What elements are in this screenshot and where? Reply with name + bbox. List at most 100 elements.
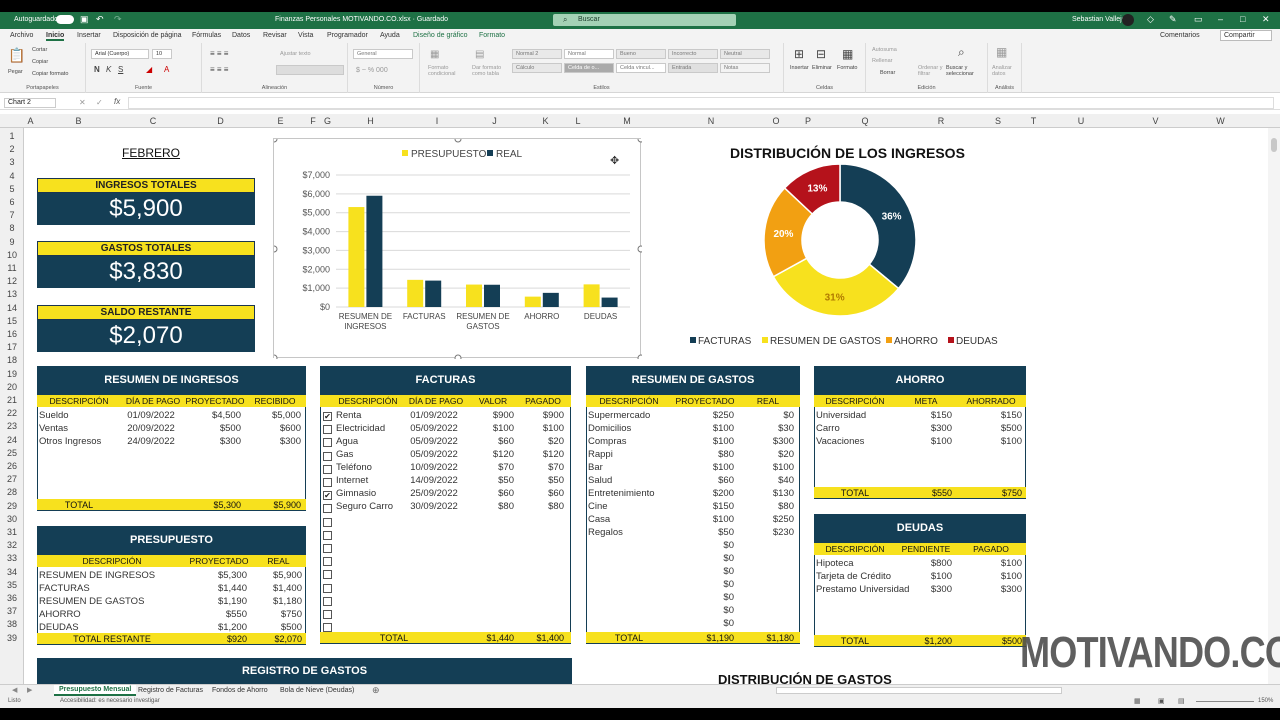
column-header-v[interactable]: V bbox=[1121, 116, 1190, 126]
bill-paid-checkbox[interactable] bbox=[323, 557, 332, 567]
bill-paid-checkbox[interactable] bbox=[323, 544, 332, 553]
bill-paid-checkbox[interactable] bbox=[323, 425, 332, 435]
deudas-cell[interactable]: Prestamo Universidad bbox=[816, 584, 909, 595]
add-sheet-icon[interactable]: ⊕ bbox=[372, 685, 380, 696]
tab-archivo[interactable]: Archivo bbox=[10, 32, 33, 39]
row-header-38[interactable]: 38 bbox=[0, 619, 24, 629]
restore-icon[interactable]: ▭ bbox=[1194, 14, 1203, 25]
gastos-cell[interactable]: $80 bbox=[738, 501, 794, 512]
ingresos-cell[interactable]: $5,000 bbox=[245, 410, 301, 421]
redo-icon[interactable]: ↷ bbox=[114, 14, 122, 25]
facturas-cell[interactable]: Teléfono bbox=[336, 462, 404, 473]
column-header-d[interactable]: D bbox=[186, 116, 255, 126]
formula-input[interactable] bbox=[128, 97, 1274, 109]
tab-ayuda[interactable]: Ayuda bbox=[380, 32, 400, 39]
deudas-cell[interactable]: Hipoteca bbox=[816, 558, 898, 569]
column-header-l[interactable]: L bbox=[570, 116, 586, 126]
number-format-select[interactable]: General bbox=[353, 49, 413, 59]
deudas-cell[interactable]: $300 bbox=[956, 584, 1022, 595]
column-header-a[interactable]: A bbox=[24, 116, 37, 126]
column-header-q[interactable]: Q bbox=[818, 116, 912, 126]
column-header-b[interactable]: B bbox=[37, 116, 120, 126]
facturas-cell[interactable]: Gas bbox=[336, 449, 404, 460]
paste-icon[interactable]: 📋 bbox=[8, 47, 25, 64]
deudas-cell[interactable]: Tarjeta de Crédito bbox=[816, 571, 898, 582]
autosum-button[interactable]: Autosuma bbox=[872, 47, 897, 53]
presupuesto-cell[interactable]: $750 bbox=[251, 609, 302, 620]
facturas-cell[interactable]: Electricidad bbox=[336, 423, 404, 434]
share-button[interactable]: Compartir bbox=[1220, 30, 1272, 41]
tab-formato[interactable]: Formato bbox=[479, 32, 505, 39]
facturas-cell[interactable]: Agua bbox=[336, 436, 404, 447]
gastos-cell[interactable]: $60 bbox=[672, 475, 734, 486]
row-header-24[interactable]: 24 bbox=[0, 435, 24, 445]
highlight-icon[interactable]: ◢ bbox=[146, 65, 152, 74]
row-header-17[interactable]: 17 bbox=[0, 342, 24, 352]
row-header-1[interactable]: 1 bbox=[0, 131, 24, 141]
row-header-21[interactable]: 21 bbox=[0, 395, 24, 405]
donut-chart[interactable]: 36% 31% 20% 13% FACTURAS RESUMEN DE GASTOS AHO… bbox=[680, 160, 1040, 355]
ahorro-cell[interactable]: $100 bbox=[956, 436, 1022, 447]
fx-label[interactable]: fx bbox=[114, 97, 120, 106]
presupuesto-cell[interactable]: FACTURAS bbox=[39, 583, 189, 594]
style-normal[interactable]: Normal bbox=[564, 49, 614, 59]
facturas-cell[interactable]: $60 bbox=[468, 488, 514, 499]
zoom-level[interactable]: 150% bbox=[1258, 698, 1273, 704]
bill-paid-checkbox[interactable] bbox=[323, 623, 332, 633]
column-header-f[interactable]: F bbox=[306, 116, 320, 126]
document-title[interactable]: Finanzas Personales MOTIVANDO.CO.xlsx · … bbox=[275, 16, 448, 23]
ahorro-cell[interactable]: $150 bbox=[896, 410, 952, 421]
style-calculo[interactable]: Cálculo bbox=[512, 63, 562, 73]
bill-paid-checkbox[interactable] bbox=[323, 517, 332, 527]
italic-button[interactable]: K bbox=[106, 65, 111, 74]
sort-filter-button[interactable]: Ordenar y filtrar bbox=[918, 65, 948, 77]
row-header-11[interactable]: 11 bbox=[0, 263, 24, 273]
page-break-icon[interactable]: ▤ bbox=[1178, 697, 1185, 705]
gastos-cell[interactable]: Bar bbox=[588, 462, 674, 473]
horizontal-scrollbar[interactable] bbox=[776, 687, 1062, 694]
row-header-18[interactable]: 18 bbox=[0, 355, 24, 365]
gastos-cell[interactable]: Rappi bbox=[588, 449, 674, 460]
gastos-cell[interactable]: $250 bbox=[738, 514, 794, 525]
facturas-cell[interactable]: $120 bbox=[468, 449, 514, 460]
row-header-30[interactable]: 30 bbox=[0, 514, 24, 524]
tab-datos[interactable]: Datos bbox=[232, 32, 250, 39]
gastos-cell[interactable]: $20 bbox=[738, 449, 794, 460]
font-name-select[interactable]: Arial (Cuerpo) bbox=[91, 49, 149, 59]
column-header-h[interactable]: H bbox=[335, 116, 406, 126]
ahorro-cell[interactable]: $300 bbox=[896, 423, 952, 434]
ingresos-cell[interactable]: $600 bbox=[245, 423, 301, 434]
format-cells-button[interactable]: Formato bbox=[837, 65, 857, 71]
gastos-cell[interactable]: $50 bbox=[672, 527, 734, 538]
conditional-format-icon[interactable]: ▦ bbox=[430, 49, 439, 60]
gastos-cell[interactable]: $80 bbox=[672, 449, 734, 460]
tab-insertar[interactable]: Insertar bbox=[77, 32, 101, 39]
facturas-cell[interactable]: $100 bbox=[468, 423, 514, 434]
tab-revisar[interactable]: Revisar bbox=[263, 32, 287, 39]
column-header-c[interactable]: C bbox=[120, 116, 186, 126]
presupuesto-cell[interactable]: $5,300 bbox=[187, 570, 247, 581]
sheet-tab-presupuesto[interactable]: Presupuesto Mensual bbox=[54, 685, 137, 696]
merge-button[interactable] bbox=[276, 65, 344, 75]
normal-view-icon[interactable]: ▦ bbox=[1134, 697, 1141, 705]
gastos-cell[interactable]: $0 bbox=[672, 605, 734, 616]
font-color-icon[interactable]: A bbox=[164, 65, 169, 74]
bill-paid-checkbox[interactable] bbox=[323, 438, 332, 448]
gastos-cell[interactable]: Casa bbox=[588, 514, 674, 525]
gastos-cell[interactable]: $0 bbox=[672, 566, 734, 577]
style-normal2[interactable]: Normal 2 bbox=[512, 49, 562, 59]
gastos-cell[interactable]: Cine bbox=[588, 501, 674, 512]
format-table-icon[interactable]: ▤ bbox=[475, 49, 484, 60]
column-header-w[interactable]: W bbox=[1190, 116, 1251, 126]
insert-cells-button[interactable]: Insertar bbox=[790, 65, 809, 71]
delete-cells-button[interactable]: Eliminar bbox=[812, 65, 832, 71]
row-header-31[interactable]: 31 bbox=[0, 527, 24, 537]
presupuesto-cell[interactable]: RESUMEN DE INGRESOS bbox=[39, 570, 189, 581]
row-header-37[interactable]: 37 bbox=[0, 606, 24, 616]
row-header-10[interactable]: 10 bbox=[0, 250, 24, 260]
row-header-35[interactable]: 35 bbox=[0, 580, 24, 590]
row-header-34[interactable]: 34 bbox=[0, 567, 24, 577]
name-box[interactable]: Chart 2 bbox=[4, 98, 56, 108]
gastos-cell[interactable]: $0 bbox=[672, 618, 734, 629]
bill-paid-checkbox[interactable] bbox=[323, 504, 332, 514]
